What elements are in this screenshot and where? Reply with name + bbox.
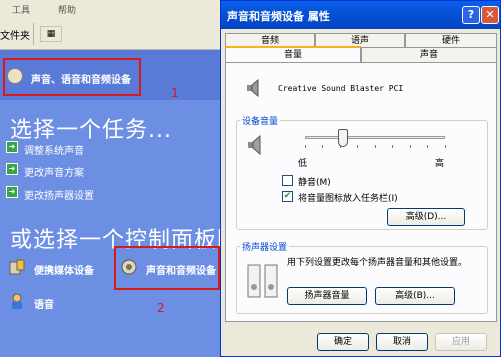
task-label: 更改扬声器设置 xyxy=(24,191,94,202)
speech-item[interactable]: 语音 xyxy=(8,290,88,314)
tab-volume[interactable]: 音量 xyxy=(225,46,361,62)
task-label: 更改声音方案 xyxy=(24,168,84,179)
slider-tick xyxy=(375,145,376,148)
speaker-settings-legend: 扬声器设置 xyxy=(240,240,290,253)
arrow-icon: ➜ xyxy=(6,163,18,175)
control-panel-window: 工具 帮助 文件夹 ▦ 声音、语音和音频设备 1 选择一个任务... ➜ 调整系… xyxy=(0,0,240,357)
speaker-icon xyxy=(248,135,261,155)
advanced-volume-button[interactable]: 高级(D)... xyxy=(387,208,465,226)
arrow-icon: ➜ xyxy=(6,141,18,153)
annotation-marker-1: 1 xyxy=(171,86,179,100)
portable-media-devices-item[interactable]: 便携媒体设备 xyxy=(8,256,118,280)
task-label: 调整系统声音 xyxy=(24,146,84,157)
tab-sounds[interactable]: 声音 xyxy=(361,47,497,62)
folders-button[interactable]: 文件夹 xyxy=(0,27,30,42)
view-menu-button[interactable]: ▦ xyxy=(40,26,62,42)
sound-category-label: 声音、语音和音频设备 xyxy=(31,75,131,86)
slider-tick xyxy=(322,145,323,148)
apply-button[interactable]: 应用 xyxy=(435,333,487,351)
slider-tick xyxy=(427,145,428,148)
speaker-advanced-button[interactable]: 高级(B)... xyxy=(375,287,455,305)
volume-slider-thumb[interactable] xyxy=(337,129,348,147)
speaker-volume-button[interactable]: 扬声器音量 xyxy=(287,287,367,305)
task-title: 选择一个任务... xyxy=(10,118,172,143)
slider-tick xyxy=(357,145,358,148)
device-volume-legend: 设备音量 xyxy=(240,114,281,127)
dialog-footer: 确定 取消 应用 xyxy=(221,325,500,357)
device-name: Creative Sound Blaster PCI xyxy=(278,84,404,93)
tab-strip: 音频 语声 硬件 音量 声音 xyxy=(225,33,497,63)
toolbar: 文件夹 ▦ xyxy=(0,18,240,50)
toolbar-separator xyxy=(33,23,34,45)
volume-low-label: 低 xyxy=(298,159,308,169)
sound-category-link[interactable]: 声音、语音和音频设备 xyxy=(3,58,141,96)
dialog-titlebar[interactable]: 声音和音频设备 属性 ? ✕ xyxy=(221,1,500,29)
mute-label: 静音(M) xyxy=(298,178,331,188)
speakers-icon xyxy=(247,264,278,298)
task-adjust-system-sounds[interactable]: ➜ 调整系统声音 xyxy=(6,141,126,157)
menubar: 工具 帮助 xyxy=(0,0,240,18)
sound-properties-dialog: 声音和音频设备 属性 ? ✕ 音频 语声 硬件 音量 声音 Creative S… xyxy=(220,0,501,357)
menu-help[interactable]: 帮助 xyxy=(58,3,76,16)
speaker-settings-description: 用下列设置更改每个扬声器音量和其他设置。 xyxy=(287,258,468,268)
speech-label: 语音 xyxy=(34,300,54,311)
slider-tick xyxy=(410,145,411,148)
help-button[interactable]: ? xyxy=(462,6,480,24)
portable-media-devices-label: 便携媒体设备 xyxy=(34,266,94,277)
speaker-settings-group: 扬声器设置 用下列设置更改每个扬声器音量和其他设置。 扬声器音量 高级(B)..… xyxy=(236,240,488,314)
speaker-icon xyxy=(247,79,259,97)
slider-tick xyxy=(445,145,446,148)
speech-icon xyxy=(12,293,22,309)
task-change-speaker-settings[interactable]: ➜ 更改扬声器设置 xyxy=(6,186,126,202)
ok-button[interactable]: 确定 xyxy=(317,333,369,351)
device-volume-group: 设备音量 低 高 静音(M) ✔ 将音量图标放入任务栏(I) 高级(D)... xyxy=(236,114,488,230)
tab-hardware[interactable]: 硬件 xyxy=(405,33,497,48)
close-button[interactable]: ✕ xyxy=(481,6,499,24)
speaker-icon xyxy=(7,68,23,84)
volume-high-label: 高 xyxy=(435,159,445,169)
menu-tools[interactable]: 工具 xyxy=(12,3,30,16)
dialog-title: 声音和音频设备 属性 xyxy=(227,10,330,23)
tray-icon-label: 将音量图标放入任务栏(I) xyxy=(298,194,398,204)
task-change-sound-scheme[interactable]: ➜ 更改声音方案 xyxy=(6,163,126,179)
media-device-icon xyxy=(9,259,25,275)
slider-tick xyxy=(392,145,393,148)
arrow-icon: ➜ xyxy=(6,186,18,198)
volume-slider-track[interactable] xyxy=(305,136,445,139)
annotation-marker-2: 2 xyxy=(157,301,165,315)
mute-checkbox-box[interactable] xyxy=(282,175,293,186)
tray-icon-checkbox-box[interactable]: ✔ xyxy=(282,191,293,202)
cancel-button[interactable]: 取消 xyxy=(376,333,428,351)
mute-checkbox[interactable]: 静音(M) xyxy=(282,175,342,188)
volume-tab-panel: Creative Sound Blaster PCI 设备音量 低 高 静音(M… xyxy=(225,62,497,322)
slider-tick xyxy=(305,145,306,148)
highlight-box-2 xyxy=(114,246,220,290)
tray-icon-checkbox[interactable]: ✔ 将音量图标放入任务栏(I) xyxy=(282,191,432,204)
